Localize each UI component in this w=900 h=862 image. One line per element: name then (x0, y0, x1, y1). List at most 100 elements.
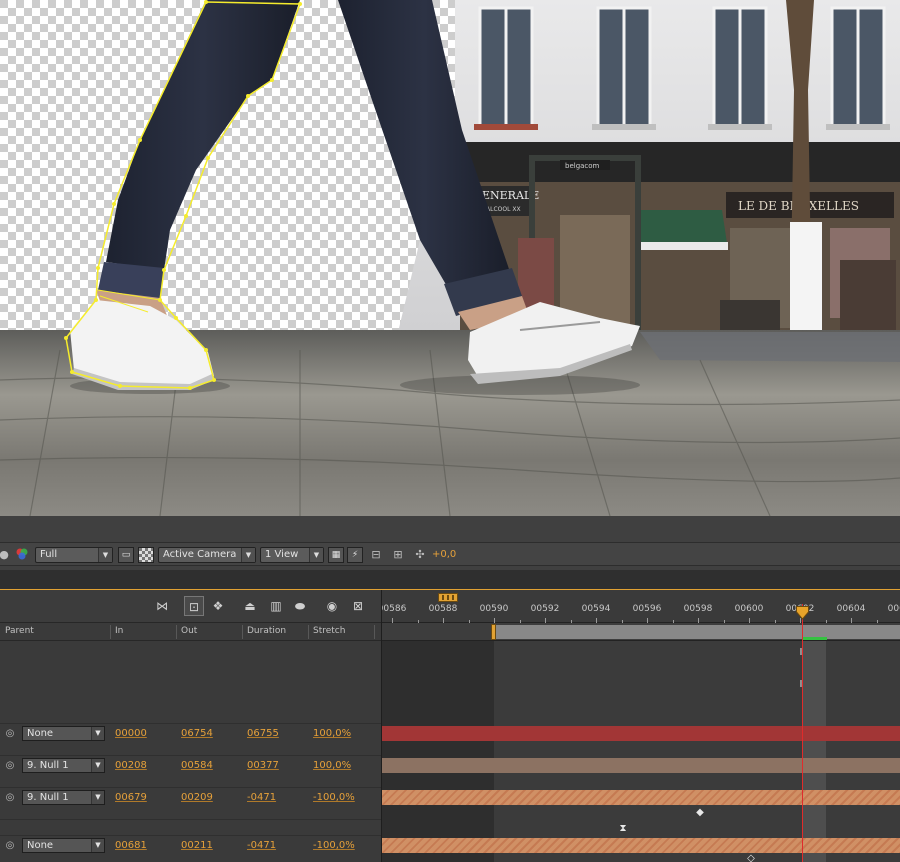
layer-in[interactable]: 00208 (115, 760, 147, 771)
work-area-range[interactable] (494, 625, 900, 639)
parent-dropdown[interactable]: None ▼ (22, 838, 105, 853)
layer-row[interactable]: ◎ 9. Null 1 ▼ 00679 00209 -0471 -100,0% (0, 789, 381, 807)
layer-out[interactable]: 00209 (181, 792, 213, 803)
parent-value: None (27, 728, 54, 739)
keyframe-icon[interactable]: ◇ (747, 853, 755, 862)
resolution-dropdown[interactable]: Full ▼ (35, 547, 113, 563)
shy-layers-icon[interactable]: ❖ (208, 596, 228, 616)
layer-bar[interactable] (382, 838, 900, 853)
viewer-toolbar: ● Full ▼ ▭ Active Camera ▼ 1 View ▼ ▦ ⚡ … (0, 516, 900, 570)
layer-duration[interactable]: -0471 (247, 840, 276, 851)
chevron-down-icon: ▼ (309, 548, 323, 562)
layer-duration[interactable]: 00377 (247, 760, 279, 771)
keyframe-icon[interactable]: ◆ (696, 807, 704, 818)
layer-duration[interactable]: -0471 (247, 792, 276, 803)
ruler-label: 00596 (632, 604, 662, 614)
pickwhip-icon[interactable]: ◎ (3, 759, 17, 773)
chevron-down-icon: ▼ (91, 791, 104, 804)
parent-dropdown[interactable]: 9. Null 1 ▼ (22, 758, 105, 773)
work-area-start-handle[interactable] (491, 624, 496, 640)
layer-in[interactable]: 00681 (115, 840, 147, 851)
layer-bar[interactable] (382, 790, 900, 805)
layer-column-header: Parent In Out Duration Stretch (0, 623, 381, 641)
layer-duration[interactable]: 06755 (247, 728, 279, 739)
parent-value: None (27, 840, 54, 851)
booth-sign: belgacom (565, 162, 600, 170)
resolution-value: Full (40, 549, 58, 560)
parent-dropdown[interactable]: None ▼ (22, 726, 105, 741)
column-stretch[interactable]: Stretch (313, 626, 345, 636)
current-time-indicator[interactable] (802, 604, 803, 862)
current-frame-highlight (802, 641, 826, 862)
ruler-label: 00590 (479, 604, 509, 614)
ruler-label: 00592 (530, 604, 560, 614)
frame-blending-icon[interactable]: ⏏ (240, 596, 260, 616)
flowchart-icon[interactable]: ⊞ (390, 547, 406, 563)
exposure-reset-icon[interactable]: ✣ (412, 547, 428, 563)
live-update-icon[interactable]: ⊠ (348, 596, 368, 616)
exposure-value[interactable]: +0,0 (432, 549, 456, 560)
draft-3d-icon[interactable]: ⊡ (184, 596, 204, 616)
chevron-down-icon: ▼ (98, 548, 112, 562)
comp-flowchart-icon[interactable]: ⊟ (368, 547, 384, 563)
layer-stretch[interactable]: 100,0% (313, 728, 351, 739)
layer-out[interactable]: 00584 (181, 760, 213, 771)
chevron-down-icon: ▼ (91, 759, 104, 772)
snapshot-icon[interactable]: ● (0, 547, 12, 563)
fast-previews-icon[interactable]: ▦ (328, 547, 344, 563)
layer-bar[interactable] (382, 726, 900, 741)
ruler-label: 00598 (683, 604, 713, 614)
color-channels-icon[interactable] (14, 547, 30, 563)
view-layout-dropdown[interactable]: 1 View ▼ (260, 547, 324, 563)
layer-stretch[interactable]: -100,0% (313, 792, 355, 803)
pickwhip-icon[interactable]: ◎ (3, 791, 17, 805)
chevron-down-icon: ▼ (241, 548, 255, 562)
layer-row[interactable]: ◎ None ▼ 00000 06754 06755 100,0% (0, 725, 381, 743)
layer-in[interactable]: 00679 (115, 792, 147, 803)
layer-stretch[interactable]: 100,0% (313, 760, 351, 771)
layer-row[interactable]: ◎ 9. Null 1 ▼ 00208 00584 00377 100,0% (0, 757, 381, 775)
layer-bar[interactable] (382, 758, 900, 773)
layer-list: ◎ None ▼ 00000 06754 06755 100,0% ◎ 9. N… (0, 641, 381, 862)
time-ruler[interactable]: 00586 00588 00590 00592 00594 00596 00598 00600… (382, 590, 900, 623)
pickwhip-icon[interactable]: ◎ (3, 727, 17, 741)
pickwhip-icon[interactable]: ◎ (3, 839, 17, 853)
layer-row[interactable]: ◎ None ▼ 00681 00211 -0471 -100,0% (0, 837, 381, 855)
layer-stretch[interactable]: -100,0% (313, 840, 355, 851)
parent-value: 9. Null 1 (27, 792, 69, 803)
composition-viewer[interactable]: ENERALE ALCOOL XX LE DE BRUXELLES belgac… (0, 0, 900, 516)
column-in[interactable]: In (115, 626, 123, 636)
column-duration[interactable]: Duration (247, 626, 286, 636)
layer-in[interactable]: 00000 (115, 728, 147, 739)
parent-dropdown[interactable]: 9. Null 1 ▼ (22, 790, 105, 805)
region-of-interest-icon[interactable]: ▭ (118, 547, 134, 563)
brainstorm-icon[interactable]: ⬬ (290, 596, 310, 616)
after-effects-window: ENERALE ALCOOL XX LE DE BRUXELLES belgac… (0, 0, 900, 862)
camera-value: Active Camera (163, 549, 237, 560)
column-parent[interactable]: Parent (5, 626, 34, 636)
layer-out[interactable]: 06754 (181, 728, 213, 739)
ruler-label: 00600 (734, 604, 764, 614)
hold-keyframe-icon[interactable]: ⧗ (619, 823, 626, 834)
layer-out[interactable]: 00211 (181, 840, 213, 851)
column-out[interactable]: Out (181, 626, 197, 636)
motion-blur-icon[interactable]: ▥ (266, 596, 286, 616)
viewer-controls-bar: ● Full ▼ ▭ Active Camera ▼ 1 View ▼ ▦ ⚡ … (0, 542, 900, 566)
transparency-grid-icon[interactable] (138, 547, 154, 563)
ruler-label: 00604 (836, 604, 866, 614)
comp-markers-icon[interactable]: ⋈ (152, 596, 172, 616)
shop-sign-left-sub: ALCOOL XX (486, 206, 521, 213)
time-navigator-handle[interactable] (438, 593, 458, 602)
timeline-tab-strip (0, 570, 900, 590)
time-graph[interactable]: 00586 00588 00590 00592 00594 00596 00598 00600… (381, 590, 900, 862)
ruler-label: 00606 (887, 604, 900, 614)
camera-dropdown[interactable]: Active Camera ▼ (158, 547, 256, 563)
ram-preview-cache-indicator (803, 637, 827, 640)
chevron-down-icon: ▼ (91, 839, 104, 852)
view-layout-value: 1 View (265, 549, 299, 560)
composition-frame: ENERALE ALCOOL XX LE DE BRUXELLES belgac… (0, 0, 900, 516)
layer-tracks: Ι Ι ◆ ⧗ ◇ (382, 641, 900, 862)
timeline-icon[interactable]: ⚡ (347, 547, 363, 563)
current-time-indicator-head[interactable] (796, 606, 809, 620)
graph-editor-icon[interactable]: ◉ (322, 596, 342, 616)
